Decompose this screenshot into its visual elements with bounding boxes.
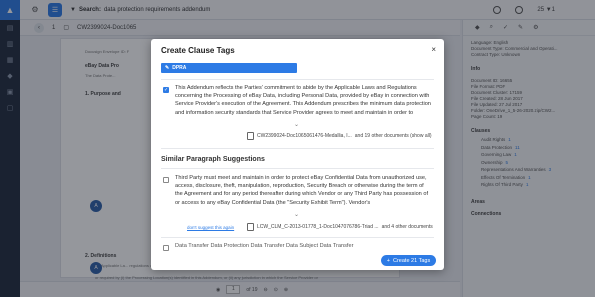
source-document-name: CW2399024-Doc1065061476-Medallia, I... — [257, 133, 352, 139]
paragraph-checkbox[interactable] — [163, 87, 169, 93]
source-document-link[interactable]: CW2399024-Doc1065061476-Medallia, I... a… — [247, 132, 432, 140]
suggestion-checkbox[interactable] — [163, 177, 169, 183]
suggestion-document-link[interactable]: LCW_CLM_C-2013-01778_1-Doc1047076786-Tri… — [247, 223, 433, 231]
suggestion-document-name: LCW_CLM_C-2013-01778_1-Doc1047076786-Tri… — [257, 224, 379, 230]
tag-icon: ✎ — [165, 65, 170, 71]
create-clause-tags-dialog: Create Clause Tags × ✎ DPRA This Addendu… — [151, 39, 444, 270]
dialog-title: Create Clause Tags — [161, 46, 235, 55]
create-tags-button[interactable]: + Create 21 Tags — [381, 255, 436, 266]
document-icon — [247, 132, 254, 140]
create-tags-label: Create 21 Tags — [393, 257, 431, 264]
other-documents-link[interactable]: and 19 other documents (show all) — [355, 133, 432, 139]
close-icon[interactable]: × — [431, 45, 436, 54]
document-icon — [247, 223, 254, 231]
chevron-down-icon[interactable]: ⌄ — [294, 121, 299, 128]
divider — [161, 79, 434, 80]
plus-icon: + — [386, 257, 390, 264]
divider — [161, 237, 434, 238]
suggested-paragraph: Data Transfer Data Protection Data Trans… — [175, 243, 354, 249]
text-fade — [175, 115, 433, 125]
divider — [161, 148, 434, 149]
divider — [161, 168, 434, 169]
dont-suggest-link[interactable]: don't suggest this again — [187, 225, 234, 230]
text-fade — [175, 205, 433, 215]
tag-chip[interactable]: ✎ DPRA — [161, 63, 297, 73]
tag-label: DPRA — [172, 65, 187, 71]
other-documents-link[interactable]: and 4 other documents — [382, 224, 433, 230]
suggestions-heading: Similar Paragraph Suggestions — [161, 156, 265, 163]
chevron-down-icon[interactable]: ⌄ — [294, 211, 299, 218]
suggestion-checkbox[interactable] — [163, 245, 169, 251]
